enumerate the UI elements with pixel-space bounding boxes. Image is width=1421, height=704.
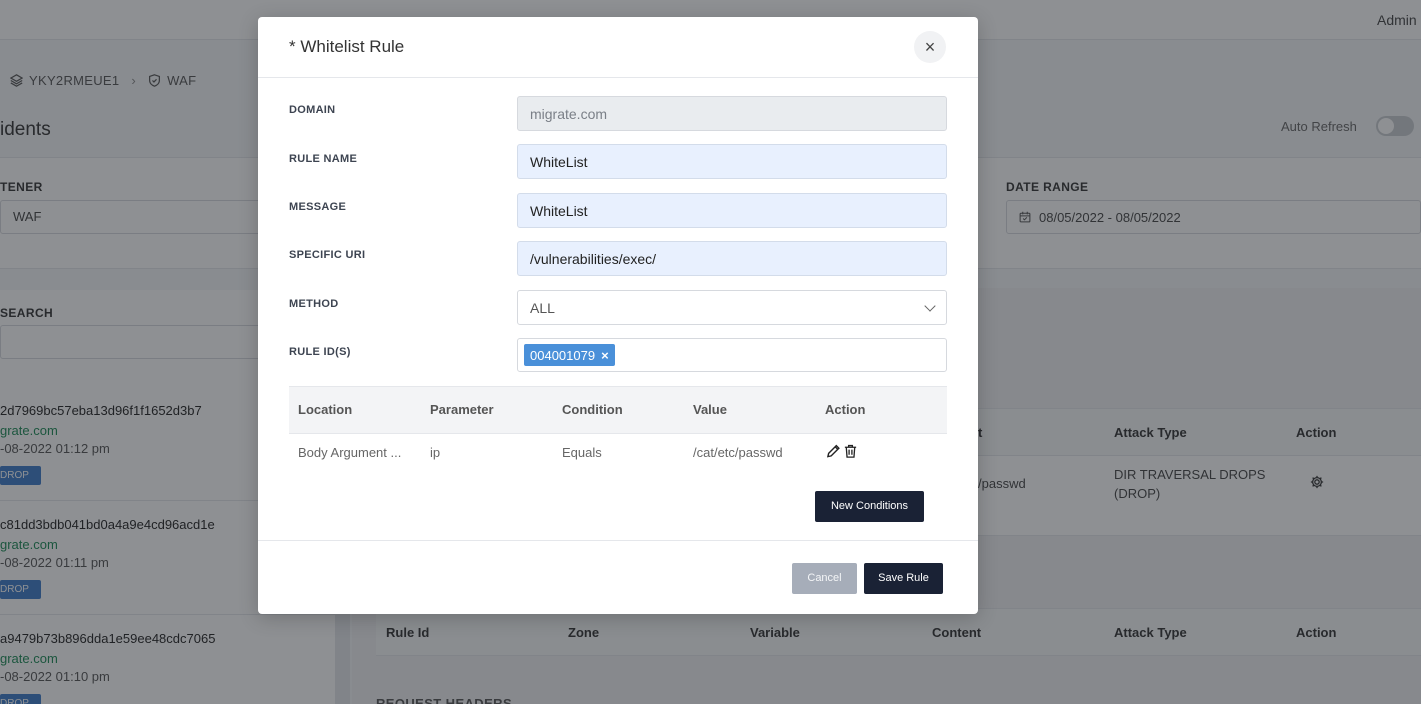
rule-name-label: RULE NAME — [289, 153, 358, 165]
method-label: METHOD — [289, 298, 339, 310]
row-actions — [826, 443, 858, 459]
save-rule-button[interactable]: Save Rule — [864, 563, 943, 594]
dialog-header: * Whitelist Rule × — [258, 17, 978, 78]
dialog-footer: Cancel Save Rule — [258, 540, 978, 614]
close-icon[interactable]: × — [914, 31, 946, 63]
col-value: Value — [693, 402, 727, 417]
trash-icon[interactable] — [843, 443, 858, 459]
table-row: Body Argument ... ip Equals /cat/etc/pas… — [289, 434, 947, 474]
chevron-down-icon — [924, 299, 936, 312]
specific-uri-label: SPECIFIC URI — [289, 249, 366, 261]
rule-id-tag: 004001079 × — [524, 344, 615, 366]
col-location: Location — [298, 402, 353, 417]
cell-parameter: ip — [430, 445, 441, 460]
cell-value: /cat/etc/passwd — [693, 445, 783, 460]
conditions-header: Location Parameter Condition Value Actio… — [289, 386, 947, 434]
rule-id-tag-text: 004001079 — [530, 347, 596, 363]
pencil-icon[interactable] — [826, 443, 841, 459]
new-conditions-button[interactable]: New Conditions — [815, 491, 924, 522]
cancel-button[interactable]: Cancel — [792, 563, 857, 594]
cell-condition: Equals — [562, 445, 602, 460]
cell-location: Body Argument ... — [298, 445, 402, 460]
col-action: Action — [825, 402, 866, 417]
col-condition: Condition — [562, 402, 623, 417]
method-value: ALL — [530, 299, 555, 316]
method-select[interactable]: ALL — [517, 290, 947, 325]
rule-ids-label: RULE ID(S) — [289, 346, 351, 358]
rule-ids-input[interactable]: 004001079 × — [517, 338, 947, 372]
domain-field: migrate.com — [517, 96, 947, 131]
rule-name-field[interactable]: WhiteList — [517, 144, 947, 179]
remove-tag-icon[interactable]: × — [601, 348, 609, 363]
domain-label: DOMAIN — [289, 104, 336, 116]
message-label: MESSAGE — [289, 201, 347, 213]
dialog-title: * Whitelist Rule — [289, 37, 405, 56]
whitelist-rule-dialog: * Whitelist Rule × DOMAIN migrate.com RU… — [258, 17, 978, 614]
message-field[interactable]: WhiteList — [517, 193, 947, 228]
specific-uri-field[interactable]: /vulnerabilities/exec/ — [517, 241, 947, 276]
col-parameter: Parameter — [430, 402, 494, 417]
